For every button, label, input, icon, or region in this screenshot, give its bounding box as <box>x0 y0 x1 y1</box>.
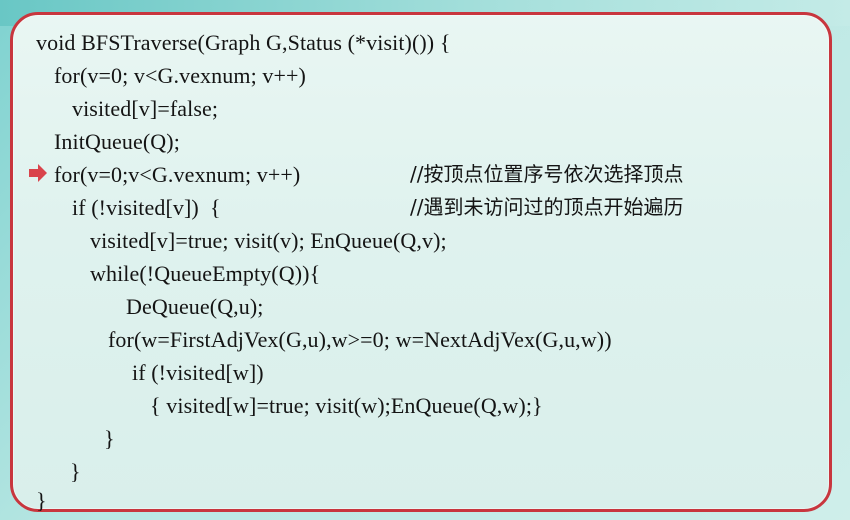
code-line-1: void BFSTraverse(Graph G,Status (*visit)… <box>36 30 451 55</box>
code-line-4: InitQueue(Q); <box>54 129 180 154</box>
code-line-6: if (!visited[v]) { <box>72 195 221 220</box>
code-line-13: } <box>104 426 115 451</box>
code-line-3: visited[v]=false; <box>72 96 219 121</box>
code-line-10: for(w=FirstAdjVex(G,u),w>=0; w=NextAdjVe… <box>108 327 612 352</box>
code-line-15: } <box>36 488 47 513</box>
code-line-8: while(!QueueEmpty(Q)){ <box>90 261 321 286</box>
code-line-5: for(v=0;v<G.vexnum; v++) <box>54 162 301 187</box>
comment-start-traverse: //遇到未访问过的顶点开始遍历 <box>410 195 684 219</box>
code-line-9: DeQueue(Q,u); <box>126 294 264 319</box>
code-line-2: for(v=0; v<G.vexnum; v++) <box>54 63 306 88</box>
code-line-14: } <box>70 459 81 484</box>
code-line-7: visited[v]=true; visit(v); EnQueue(Q,v); <box>90 228 447 253</box>
code-line-11: if (!visited[w]) <box>132 360 264 385</box>
comment-select-vertex: //按顶点位置序号依次选择顶点 <box>410 162 684 186</box>
code-line-12: { visited[w]=true; visit(w);EnQueue(Q,w)… <box>150 393 543 418</box>
arrow-right-icon <box>29 164 47 182</box>
